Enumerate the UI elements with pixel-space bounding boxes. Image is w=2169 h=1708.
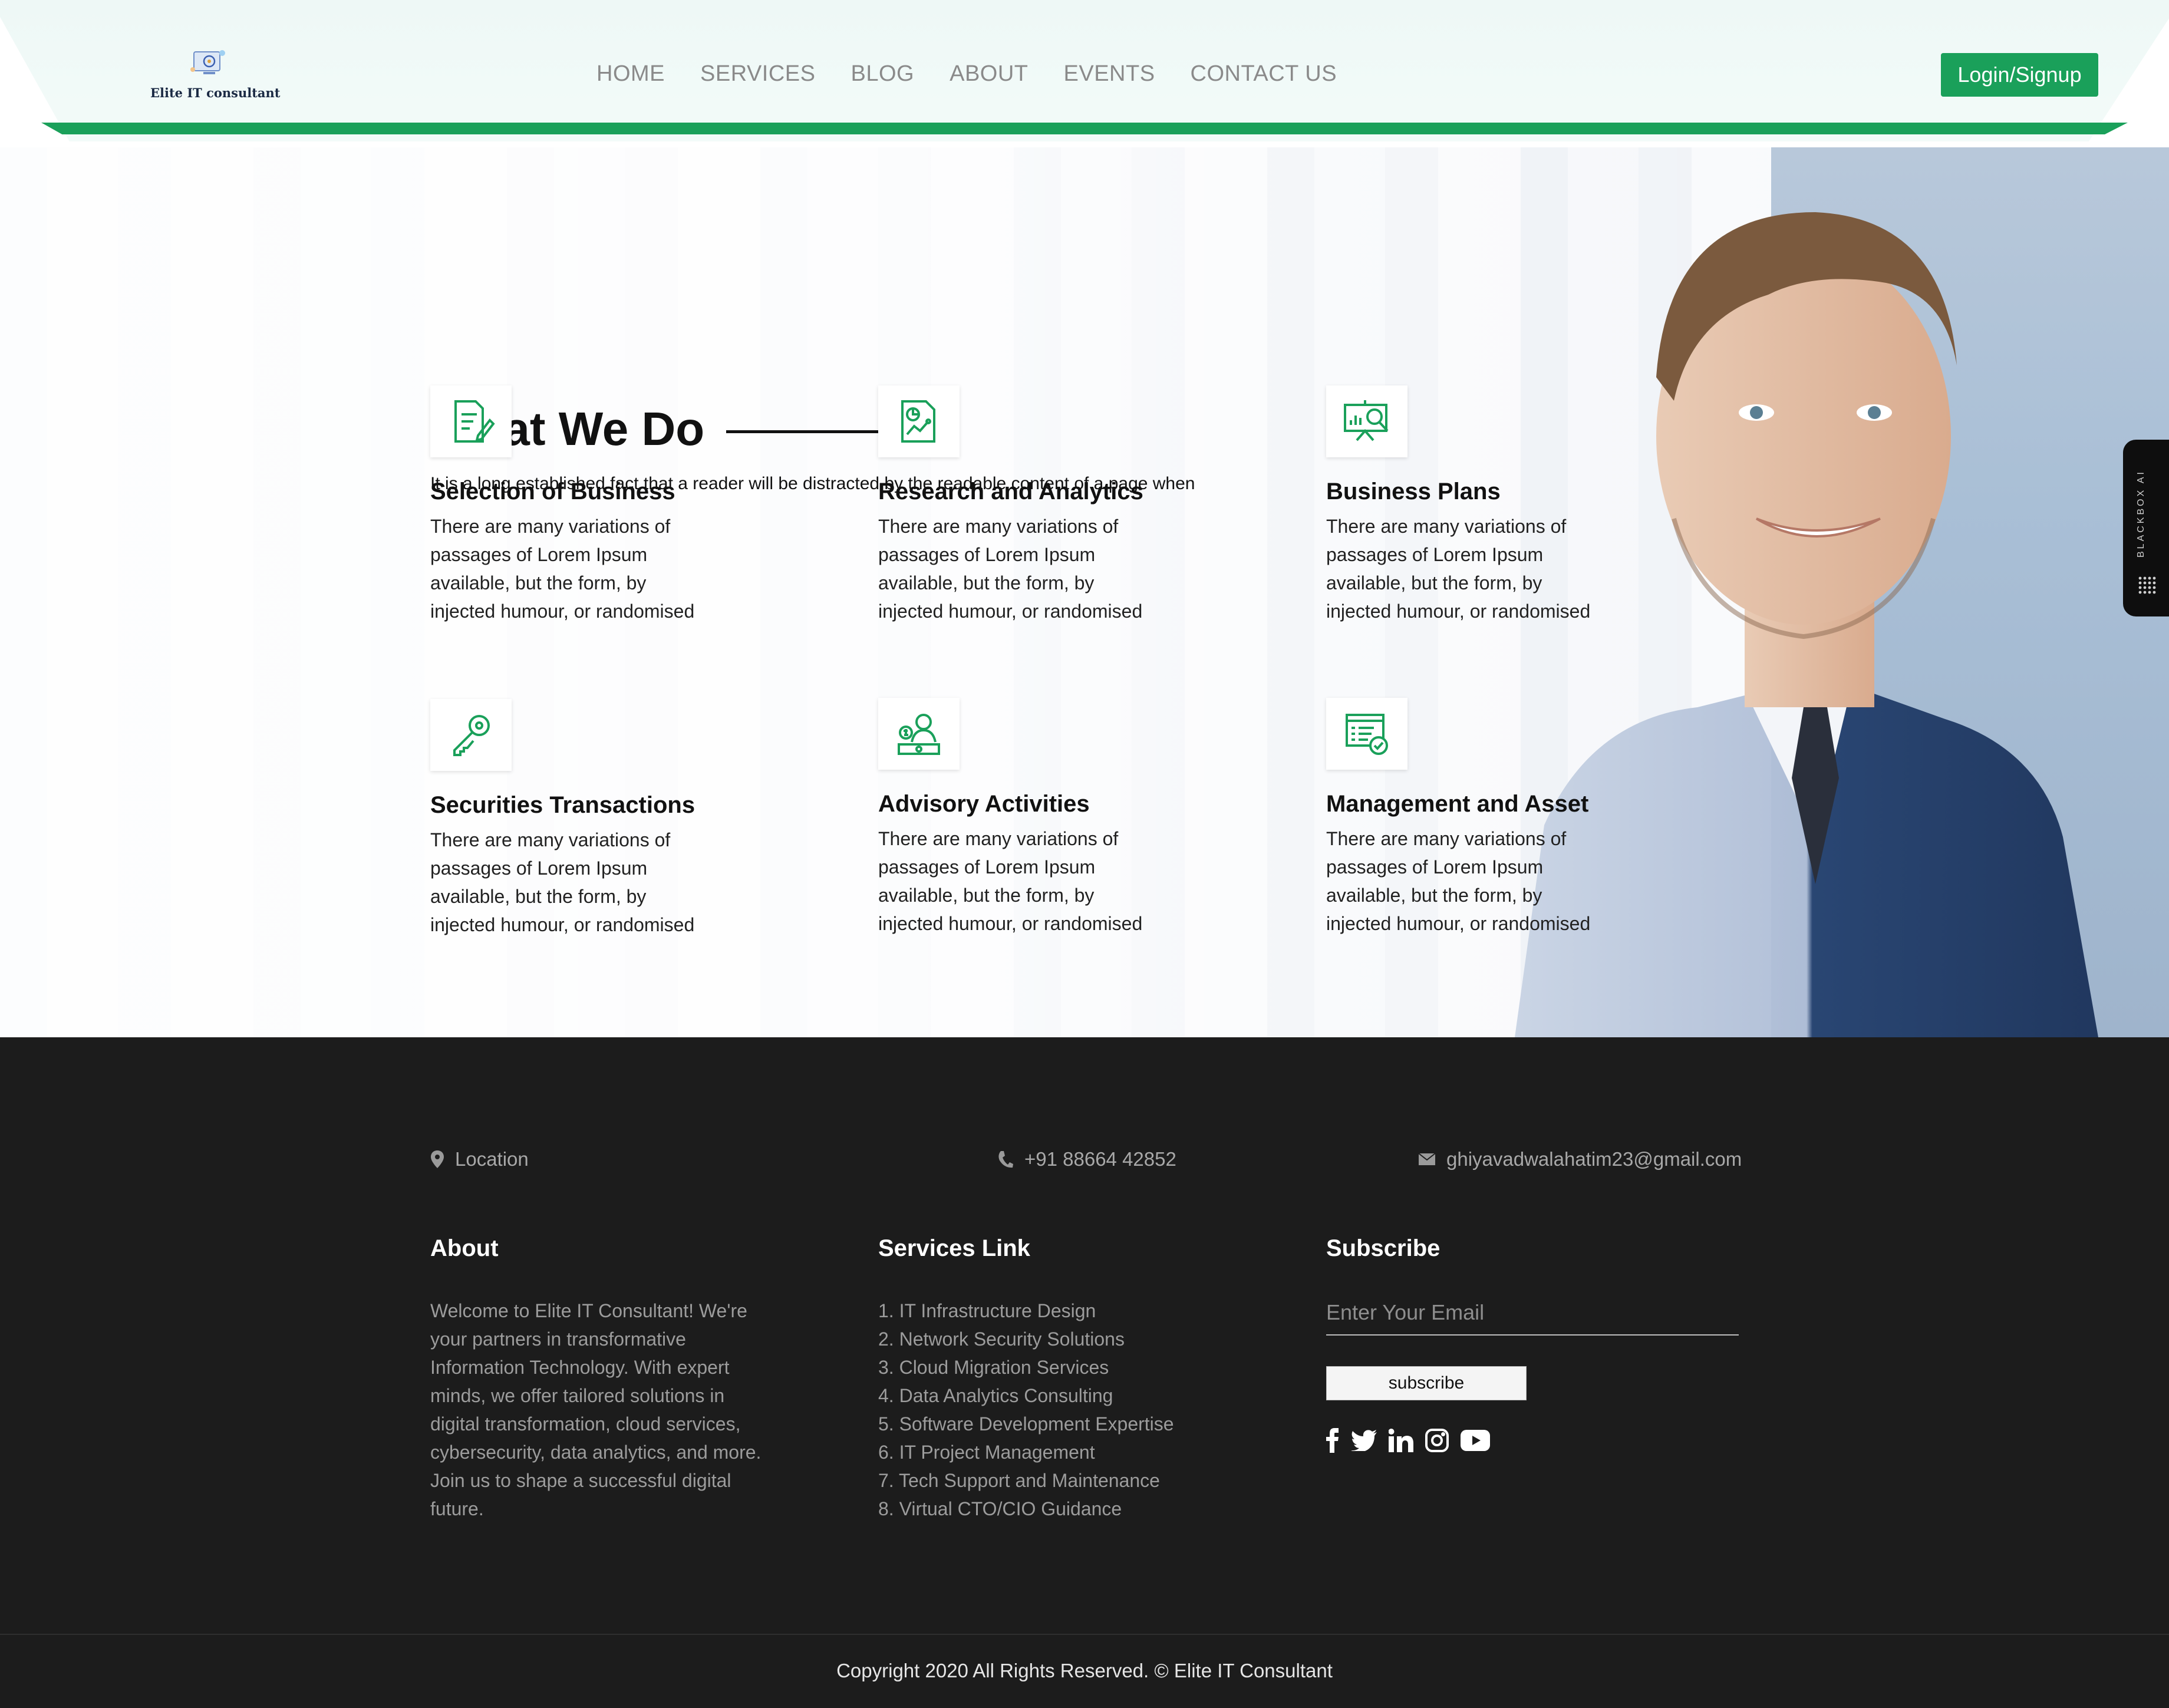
- site-footer: Location +91 88664 42852 ghiyavadwalahat…: [0, 1037, 2169, 1634]
- card-text: There are many variations of passages of…: [878, 828, 1143, 934]
- service-card[interactable]: Research and Analytics There are many va…: [878, 385, 1155, 625]
- service-card[interactable]: Selection of Business There are many var…: [430, 385, 707, 625]
- card-title: Management and Asset: [1326, 791, 1589, 817]
- service-card[interactable]: Advisory Activities There are many varia…: [878, 698, 1155, 938]
- services-link-item[interactable]: 5. Software Development Expertise: [878, 1410, 1174, 1438]
- contact-location: Location: [430, 1148, 529, 1170]
- services-link-item[interactable]: 6. IT Project Management: [878, 1438, 1174, 1466]
- services-link-item[interactable]: 4. Data Analytics Consulting: [878, 1381, 1174, 1410]
- instagram-icon[interactable]: [1425, 1426, 1449, 1455]
- subscribe-heading: Subscribe: [1326, 1235, 1440, 1261]
- blackbox-ai-label: BLACKBOX AI: [2136, 470, 2146, 558]
- card-text: There are many variations of passages of…: [878, 516, 1143, 622]
- service-card[interactable]: Management and Asset There are many vari…: [1326, 698, 1603, 938]
- services-heading: Services Link: [878, 1235, 1030, 1261]
- card-icon-box: [878, 698, 960, 770]
- logo-text: Elite IT consultant: [150, 85, 281, 100]
- header-accent-border: [41, 123, 2128, 134]
- linkedin-icon[interactable]: [1389, 1426, 1413, 1455]
- card-icon-box: [878, 385, 960, 457]
- nav-contact-us[interactable]: CONTACT US: [1191, 61, 1337, 87]
- document-edit-icon: [454, 400, 495, 443]
- blackbox-ai-widget[interactable]: BLACKBOX AI: [2123, 440, 2169, 616]
- copyright-text: Copyright 2020 All Rights Reserved. © El…: [836, 1660, 1333, 1681]
- nav-blog[interactable]: BLOG: [851, 61, 914, 87]
- presentation-search-icon: [1344, 400, 1389, 441]
- card-title: Business Plans: [1326, 479, 1501, 505]
- service-card[interactable]: Securities Transactions There are many v…: [430, 699, 707, 939]
- services-link-item[interactable]: 2. Network Security Solutions: [878, 1325, 1174, 1353]
- card-text: There are many variations of passages of…: [1326, 828, 1591, 934]
- logo-mark-icon: [190, 50, 225, 74]
- services-link-item[interactable]: 7. Tech Support and Maintenance: [878, 1466, 1174, 1495]
- footer-bottom-bar: Copyright 2020 All Rights Reserved. © El…: [0, 1634, 2169, 1708]
- twitter-icon[interactable]: [1351, 1426, 1377, 1455]
- card-icon-box: [430, 385, 512, 457]
- contact-email[interactable]: ghiyavadwalahatim23@gmail.com: [1418, 1148, 1742, 1170]
- nav-about[interactable]: ABOUT: [950, 61, 1028, 87]
- nav-services[interactable]: SERVICES: [700, 61, 815, 87]
- card-title: Research and Analytics: [878, 479, 1143, 505]
- services-link-item[interactable]: 1. IT Infrastructure Design: [878, 1297, 1174, 1325]
- dots-icon: [2138, 576, 2156, 594]
- service-card[interactable]: Business Plans There are many variations…: [1326, 385, 1603, 625]
- card-title: Securities Transactions: [430, 792, 695, 818]
- site-logo[interactable]: Elite IT consultant: [150, 46, 281, 105]
- advisor-icon: [898, 714, 940, 755]
- card-icon-box: [430, 699, 512, 771]
- nav-home[interactable]: HOME: [596, 61, 665, 87]
- youtube-icon[interactable]: [1461, 1426, 1490, 1455]
- card-text: There are many variations of passages of…: [430, 829, 695, 935]
- card-text: There are many variations of passages of…: [1326, 516, 1591, 622]
- about-text: Welcome to Elite IT Consultant! We're yo…: [430, 1300, 762, 1519]
- card-text: There are many variations of passages of…: [430, 516, 695, 622]
- card-icon-box: [1326, 698, 1407, 770]
- subscribe-button[interactable]: subscribe: [1326, 1366, 1527, 1400]
- services-link-item[interactable]: 8. Virtual CTO/CIO Guidance: [878, 1495, 1174, 1523]
- envelope-icon: [1418, 1153, 1436, 1166]
- login-signup-button[interactable]: Login/Signup: [1941, 53, 2098, 97]
- card-title: Advisory Activities: [878, 791, 1090, 817]
- subscribe-email-input[interactable]: [1326, 1291, 1739, 1336]
- contact-phone[interactable]: +91 88664 42852: [997, 1148, 1176, 1170]
- services-link-item[interactable]: 3. Cloud Migration Services: [878, 1353, 1174, 1381]
- email-text: ghiyavadwalahatim23@gmail.com: [1446, 1148, 1742, 1170]
- card-icon-box: [1326, 385, 1407, 457]
- main-nav: HOME SERVICES BLOG ABOUT EVENTS CONTACT …: [596, 61, 1372, 87]
- checklist-icon: [1346, 714, 1388, 755]
- key-icon: [453, 715, 490, 756]
- card-title: Selection of Business: [430, 479, 675, 505]
- what-we-do-section: What We Do It is a long established fact…: [0, 147, 2169, 1037]
- nav-events[interactable]: EVENTS: [1064, 61, 1155, 87]
- phone-text: +91 88664 42852: [1024, 1148, 1176, 1170]
- location-text: Location: [455, 1148, 529, 1170]
- report-chart-icon: [901, 400, 935, 443]
- facebook-icon[interactable]: [1326, 1426, 1339, 1455]
- site-header: Elite IT consultant HOME SERVICES BLOG A…: [0, 0, 2169, 147]
- social-links: [1326, 1426, 1490, 1455]
- phone-icon: [997, 1150, 1014, 1169]
- services-link-list: 1. IT Infrastructure Design 2. Network S…: [878, 1297, 1174, 1523]
- about-heading: About: [430, 1235, 499, 1261]
- map-pin-icon: [430, 1150, 444, 1169]
